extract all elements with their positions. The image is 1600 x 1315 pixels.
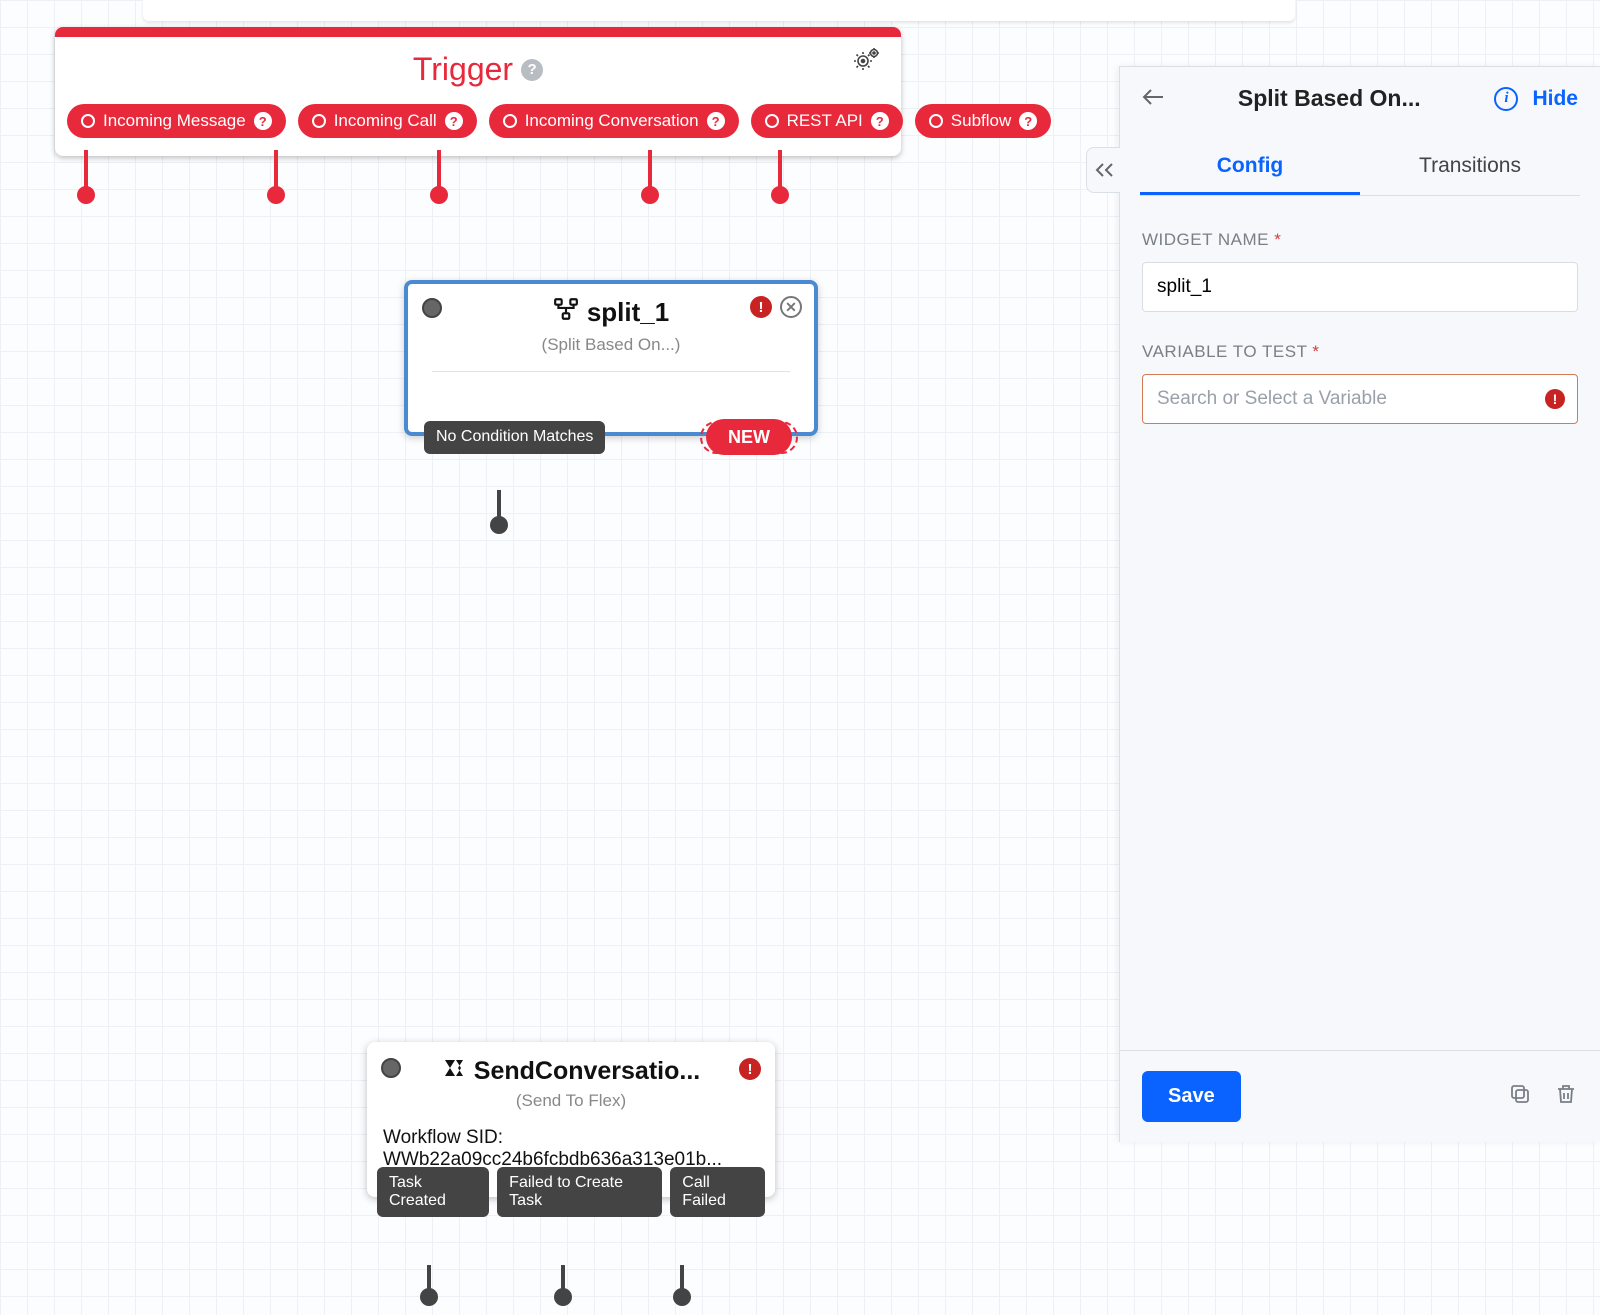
required-asterisk: * — [1312, 342, 1319, 361]
trigger-event-pill[interactable]: Incoming Conversation? — [489, 104, 739, 138]
trigger-event-pill[interactable]: Subflow? — [915, 104, 1051, 138]
split-subtitle: (Split Based On...) — [424, 335, 798, 355]
add-transition-button[interactable]: NEW — [706, 419, 792, 455]
help-icon[interactable]: ? — [445, 112, 463, 130]
hide-panel-button[interactable]: Hide — [1532, 87, 1578, 111]
widget-name-label: WIDGET NAME — [1142, 230, 1269, 249]
port-ring-icon — [929, 114, 943, 128]
output-port[interactable] — [673, 1288, 691, 1306]
port-ring-icon — [312, 114, 326, 128]
output-port[interactable] — [267, 186, 285, 204]
trigger-widget[interactable]: Trigger ? Incoming Message? Incoming Cal… — [55, 27, 901, 156]
pill-label: Subflow — [951, 111, 1011, 131]
trash-icon[interactable] — [1554, 1082, 1578, 1111]
add-transition-wrapper[interactable]: NEW — [700, 421, 798, 454]
split-widget[interactable]: split_1 (Split Based On...) ! ✕ No Condi… — [404, 280, 818, 436]
help-icon[interactable]: ? — [1019, 112, 1037, 130]
variable-to-test-input[interactable] — [1157, 388, 1531, 410]
input-port[interactable] — [381, 1058, 401, 1078]
transition-call-failed[interactable]: Call Failed — [670, 1167, 765, 1217]
pill-label: REST API — [787, 111, 863, 131]
workflow-sid-label: Workflow SID: — [383, 1127, 759, 1149]
trigger-event-pill[interactable]: REST API? — [751, 104, 903, 138]
pill-label: Incoming Conversation — [525, 111, 699, 131]
info-icon[interactable]: i — [1494, 87, 1518, 111]
trigger-event-pill[interactable]: Incoming Call? — [298, 104, 477, 138]
flex-icon — [442, 1056, 466, 1087]
required-asterisk: * — [1274, 230, 1281, 249]
transition-no-match[interactable]: No Condition Matches — [424, 421, 605, 454]
panel-title: Split Based On... — [1178, 85, 1480, 112]
tab-transitions[interactable]: Transitions — [1360, 140, 1580, 195]
port-ring-icon — [765, 114, 779, 128]
pill-label: Incoming Call — [334, 111, 437, 131]
copy-icon[interactable] — [1508, 1082, 1532, 1111]
trigger-title: Trigger — [413, 51, 513, 88]
widget-name-input[interactable] — [1157, 276, 1531, 298]
help-icon[interactable]: ? — [521, 59, 543, 81]
send-to-flex-title: SendConversatio... — [474, 1057, 700, 1086]
flow-canvas[interactable]: Trigger ? Incoming Message? Incoming Cal… — [0, 0, 1600, 1315]
output-port[interactable] — [554, 1288, 572, 1306]
divider — [432, 371, 790, 372]
connector-line — [84, 150, 88, 190]
port-ring-icon — [503, 114, 517, 128]
help-icon[interactable]: ? — [707, 112, 725, 130]
help-icon[interactable]: ? — [871, 112, 889, 130]
connector-line — [274, 150, 278, 190]
transition-failed-create[interactable]: Failed to Create Task — [497, 1167, 662, 1217]
send-to-flex-subtitle: (Send To Flex) — [383, 1091, 759, 1111]
close-icon[interactable]: ✕ — [780, 296, 802, 318]
connector-line — [778, 150, 782, 190]
output-port[interactable] — [430, 186, 448, 204]
output-port[interactable] — [420, 1288, 438, 1306]
output-port[interactable] — [641, 186, 659, 204]
tab-config[interactable]: Config — [1140, 140, 1360, 195]
send-to-flex-widget[interactable]: SendConversatio... (Send To Flex) ! Work… — [367, 1042, 775, 1197]
split-title: split_1 — [587, 297, 669, 328]
error-icon[interactable]: ! — [739, 1058, 761, 1080]
top-toolbar-ghost — [143, 0, 1295, 21]
input-port[interactable] — [422, 298, 442, 318]
error-icon: ! — [1545, 389, 1565, 409]
save-button[interactable]: Save — [1142, 1071, 1241, 1122]
help-icon[interactable]: ? — [254, 112, 272, 130]
output-port[interactable] — [490, 516, 508, 534]
variable-to-test-label: VARIABLE TO TEST — [1142, 342, 1307, 361]
connector-line — [648, 150, 652, 190]
gear-icon[interactable] — [853, 47, 881, 76]
trigger-event-pill[interactable]: Incoming Message? — [67, 104, 286, 138]
error-icon[interactable]: ! — [750, 296, 772, 318]
connector-line — [437, 150, 441, 190]
config-panel: Split Based On... i Hide Config Transiti… — [1119, 66, 1600, 1142]
back-arrow-icon[interactable] — [1142, 86, 1164, 112]
pill-label: Incoming Message — [103, 111, 246, 131]
output-port[interactable] — [771, 186, 789, 204]
transition-task-created[interactable]: Task Created — [377, 1167, 489, 1217]
port-ring-icon — [81, 114, 95, 128]
output-port[interactable] — [77, 186, 95, 204]
split-icon — [553, 296, 579, 329]
collapse-panel-button[interactable] — [1086, 147, 1120, 193]
